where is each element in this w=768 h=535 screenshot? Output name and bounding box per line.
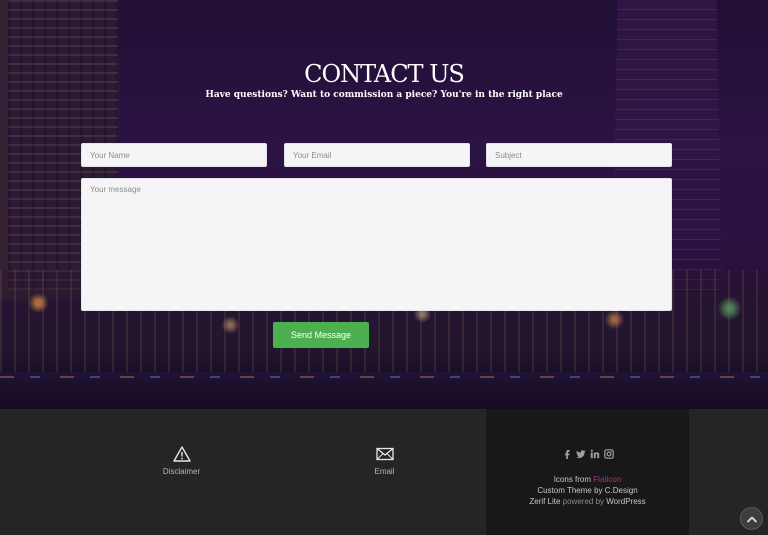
credits-text: Icons from Flaticon Custom Theme by C.De… [486,474,689,507]
zerif-lite-link[interactable]: Zerif Lite [529,497,560,506]
icons-from-text: Icons from [553,475,594,484]
contact-hero: CONTACT US Have questions? Want to commi… [0,0,768,409]
linkedin-icon[interactable] [590,449,600,459]
instagram-icon[interactable] [603,449,614,459]
facebook-icon[interactable] [562,449,572,459]
social-links [486,449,689,459]
powered-by-text: powered by [560,497,607,506]
credit-line-theme: Custom Theme by C.Design [537,486,638,495]
contact-subtitle: Have questions? Want to commission a pie… [205,90,563,100]
scroll-to-top-button[interactable] [740,507,763,530]
credit-line-icons: Icons from Flaticon [486,474,689,485]
footer-credits: Icons from Flaticon Custom Theme by C.De… [486,409,689,535]
chevron-up-icon [747,516,757,523]
contact-title: CONTACT US [304,60,465,88]
disclaimer-link[interactable]: Disclaimer [80,467,283,476]
wordpress-link[interactable]: WordPress [606,497,645,506]
envelope-icon [375,447,394,461]
flaticon-link[interactable]: Flaticon [593,475,621,484]
credit-line-powered: Zerif Lite powered by WordPress [486,496,689,507]
warning-icon [172,446,191,462]
email-input[interactable] [284,143,470,167]
email-link[interactable]: Email [283,467,486,476]
message-textarea[interactable] [81,178,672,311]
footer: Disclaimer Email Icons from Flaticon Cus… [0,409,768,535]
twitter-icon[interactable] [576,449,586,459]
footer-disclaimer[interactable]: Disclaimer [80,409,283,535]
subject-input[interactable] [486,143,672,167]
footer-email[interactable]: Email [283,409,486,535]
name-input[interactable] [81,143,267,167]
send-message-button[interactable]: Send Message [273,322,369,348]
